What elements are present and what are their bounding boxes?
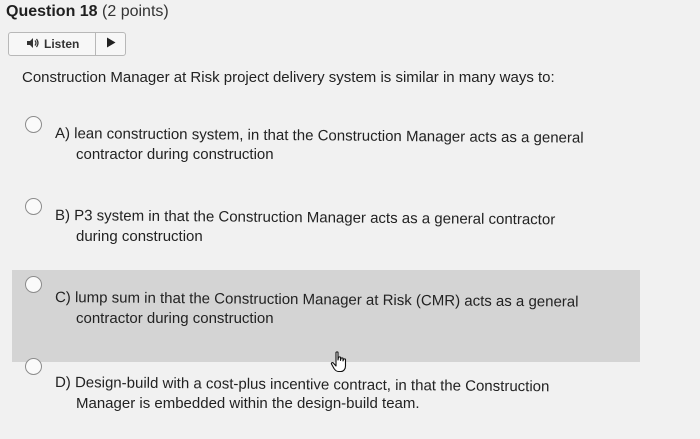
option-b[interactable]: B) P3 system in that the Construction Ma…: [0, 192, 700, 252]
radio-button-b[interactable]: [25, 198, 42, 215]
speaker-icon: [26, 37, 44, 52]
radio-button-d[interactable]: [25, 358, 42, 375]
hand-cursor-icon: [330, 351, 348, 378]
listen-label-area[interactable]: Listen: [9, 33, 95, 55]
play-button[interactable]: [95, 33, 125, 55]
question-points: (2 points): [102, 3, 169, 20]
radio-button-c[interactable]: [25, 276, 42, 293]
option-a[interactable]: A) lean construction system, in that the…: [0, 110, 700, 170]
option-d[interactable]: D) Design-build with a cost-plus incenti…: [0, 352, 700, 422]
question-prompt: Construction Manager at Risk project del…: [22, 69, 555, 86]
play-icon: [106, 35, 116, 53]
listen-button[interactable]: Listen: [8, 32, 126, 56]
listen-label: Listen: [44, 37, 80, 51]
question-number: Question 18: [6, 3, 98, 20]
question-header: Question 18 (2 points): [0, 0, 700, 30]
radio-button-a[interactable]: [25, 116, 42, 133]
option-c[interactable]: C) lump sum in that the Construction Man…: [12, 270, 640, 362]
